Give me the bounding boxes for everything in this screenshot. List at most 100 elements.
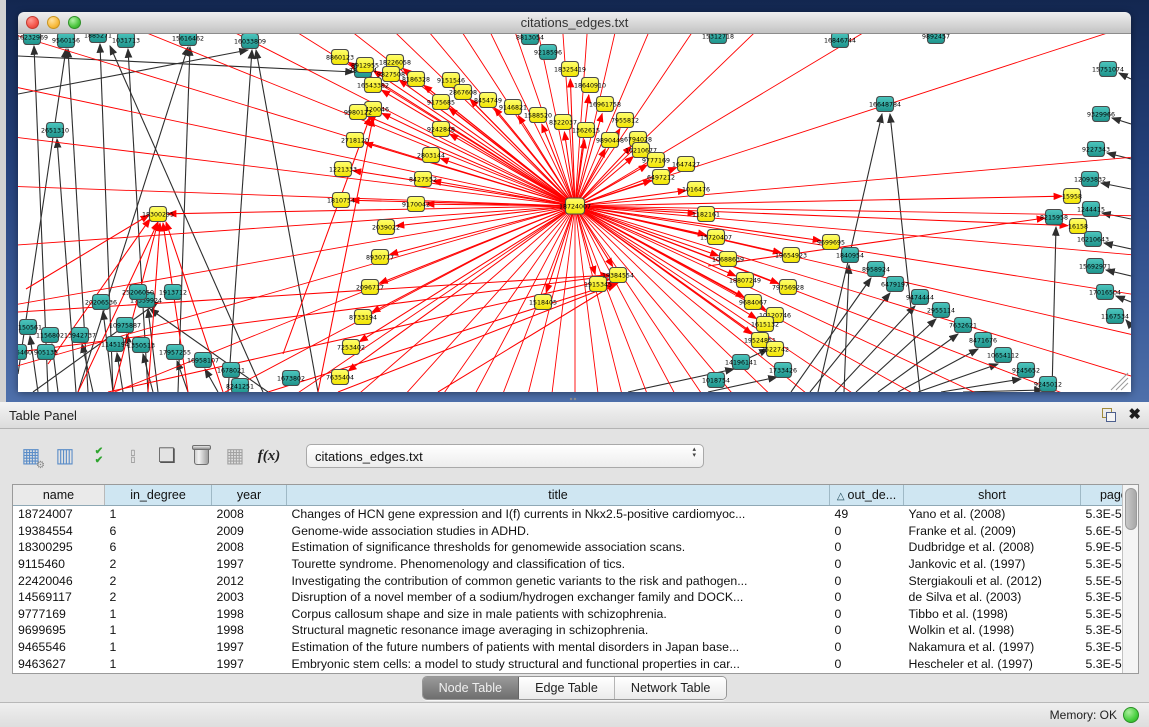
network-node[interactable]: 7632621	[949, 318, 977, 333]
table-row[interactable]: 946362711997Embryonic stem cells: a mode…	[13, 655, 1122, 672]
network-node[interactable]: 15720407	[700, 230, 732, 245]
network-node[interactable]: 15692971	[1079, 259, 1111, 274]
delete-selected-icon[interactable]	[184, 440, 218, 472]
row-selection-icon[interactable]: ✔✔	[82, 440, 116, 472]
citation-network-graph[interactable]: 1623296995601561885271103171315616462160…	[18, 34, 1131, 392]
scrollbar-thumb[interactable]	[1125, 488, 1137, 530]
network-node[interactable]: 8958924	[862, 262, 890, 277]
network-node[interactable]: 9892457	[922, 34, 950, 44]
network-node[interactable]: 7635404	[326, 370, 354, 385]
network-node[interactable]: 1913712	[159, 285, 187, 300]
network-node[interactable]: 9146821	[499, 100, 527, 115]
function-builder-icon[interactable]: f(x)	[252, 440, 286, 472]
close-window-button[interactable]	[26, 16, 39, 29]
tab-edge-table[interactable]: Edge Table	[519, 677, 615, 699]
network-canvas[interactable]: 1623296995601561885271103171315616462160…	[18, 34, 1131, 392]
table-settings-icon[interactable]: ▦ ⚙	[14, 440, 48, 472]
network-node[interactable]: 9890448	[596, 133, 624, 148]
network-node[interactable]: 16158	[1068, 219, 1088, 234]
table-row[interactable]: 1872400712008Changes of HCN gene express…	[13, 506, 1122, 523]
network-node[interactable]: 1885271	[84, 34, 112, 43]
resize-grip-icon[interactable]	[1111, 373, 1128, 390]
table-row[interactable]: 1938455462009Genome-wide association stu…	[13, 523, 1122, 540]
network-node[interactable]: 1678021	[217, 363, 245, 378]
tab-network-table[interactable]: Network Table	[615, 677, 727, 699]
network-node[interactable]: 2039022	[372, 220, 400, 235]
network-node[interactable]: 18640910	[574, 78, 606, 93]
zoom-window-button[interactable]	[68, 16, 81, 29]
tab-node-table[interactable]: Node Table	[423, 677, 520, 699]
network-node[interactable]: 10654112	[987, 348, 1019, 363]
network-node[interactable]: 9245012	[1034, 377, 1062, 392]
column-header-year[interactable]: year	[212, 485, 287, 506]
column-header-out_degree[interactable]: △out_de...	[830, 485, 904, 506]
network-node[interactable]: 1244415	[1077, 202, 1105, 217]
network-node[interactable]: 8930777	[366, 250, 394, 265]
network-node[interactable]: 7955812	[611, 113, 639, 128]
network-node[interactable]: 8471676	[969, 333, 997, 348]
table-row[interactable]: 1456911722003Disruption of a novel membe…	[13, 589, 1122, 606]
network-node[interactable]: 8860123	[326, 50, 354, 65]
network-node[interactable]: 13942737	[64, 328, 96, 343]
network-node[interactable]: 9115460	[18, 345, 32, 360]
network-node[interactable]: 18325419	[554, 62, 586, 77]
network-node[interactable]: 8427552	[409, 172, 437, 187]
network-node[interactable]: 17016504	[1089, 285, 1121, 300]
splitter-grip-icon[interactable]	[569, 397, 578, 401]
rows-icon[interactable]: ▯▯	[116, 440, 150, 472]
resize-grip-icon[interactable]	[1116, 378, 1128, 390]
network-node[interactable]: 15958	[1062, 189, 1082, 204]
column-header-in_degree[interactable]: in_degree	[105, 485, 212, 506]
network-node[interactable]: 10975887	[109, 318, 141, 333]
memory-status-indicator[interactable]	[1123, 707, 1139, 723]
network-node[interactable]: 9329966	[1087, 107, 1115, 122]
network-node[interactable]: 8454749	[474, 93, 502, 108]
network-node[interactable]: 16846744	[824, 34, 856, 48]
network-node[interactable]: 1733426	[769, 363, 797, 378]
table-row[interactable]: 2242004622012Investigating the contribut…	[13, 572, 1122, 589]
show-column-icon[interactable]: ▥	[48, 440, 82, 472]
table-select-dropdown[interactable]: citations_edges.txt ▴▾	[306, 444, 704, 468]
network-node[interactable]: 6479197	[881, 277, 909, 292]
network-node[interactable]: 1031713	[112, 34, 140, 48]
network-node[interactable]: 15751074	[1092, 62, 1124, 77]
network-node[interactable]: 905135	[34, 345, 58, 360]
minimize-window-button[interactable]	[47, 16, 60, 29]
network-node[interactable]: 7253402	[337, 340, 365, 355]
network-node[interactable]: 1647427	[672, 157, 700, 172]
close-panel-icon[interactable]: ✖	[1128, 402, 1141, 428]
network-node[interactable]: 1167534	[1101, 309, 1129, 324]
column-header-pagerank[interactable]: pagerank	[1081, 485, 1123, 506]
table-row[interactable]: 911546021997Tourette syndrome. Phenomeno…	[13, 556, 1122, 573]
network-node[interactable]: 2651310	[41, 123, 69, 138]
network-node[interactable]: 8813054	[516, 34, 544, 45]
network-node[interactable]: 15616462	[172, 34, 204, 46]
network-node[interactable]: 8215958	[1040, 210, 1068, 225]
network-node[interactable]: 8241251	[226, 379, 254, 393]
network-node[interactable]: 9560156	[52, 34, 80, 48]
float-panel-icon[interactable]	[1102, 408, 1116, 422]
network-node[interactable]: 2096717	[356, 280, 384, 295]
create-table-icon[interactable]: ❏	[150, 440, 184, 472]
network-node[interactable]: 1673802	[277, 371, 305, 386]
network-node[interactable]: 1810754	[327, 193, 355, 208]
table-row[interactable]: 1830029562008Estimation of significance …	[13, 539, 1122, 556]
column-header-title[interactable]: title	[287, 485, 830, 506]
network-node[interactable]: 18300295	[142, 207, 174, 222]
network-node[interactable]: 16232969	[18, 34, 48, 45]
network-node[interactable]: 2718120	[341, 133, 369, 148]
network-node[interactable]: 15312718	[702, 34, 734, 44]
table-row[interactable]: 969969511998Structural magnetic resonanc…	[13, 622, 1122, 639]
vertical-scrollbar[interactable]	[1122, 485, 1138, 673]
column-header-name[interactable]: name	[13, 485, 105, 506]
table-row[interactable]: 946554611997Estimation of the future num…	[13, 639, 1122, 656]
network-node[interactable]: 9218596	[534, 45, 562, 60]
network-node[interactable]: 19654923	[775, 248, 807, 263]
network-node[interactable]: 1840954	[836, 248, 864, 263]
network-node[interactable]: 6497212	[647, 170, 675, 185]
network-node[interactable]: 12093832	[1074, 172, 1106, 187]
column-header-short[interactable]: short	[904, 485, 1081, 506]
table-row[interactable]: 977716911998Corpus callosum shape and si…	[13, 606, 1122, 623]
window-titlebar[interactable]: citations_edges.txt	[18, 12, 1131, 34]
network-node[interactable]: 9227343	[1082, 142, 1110, 157]
